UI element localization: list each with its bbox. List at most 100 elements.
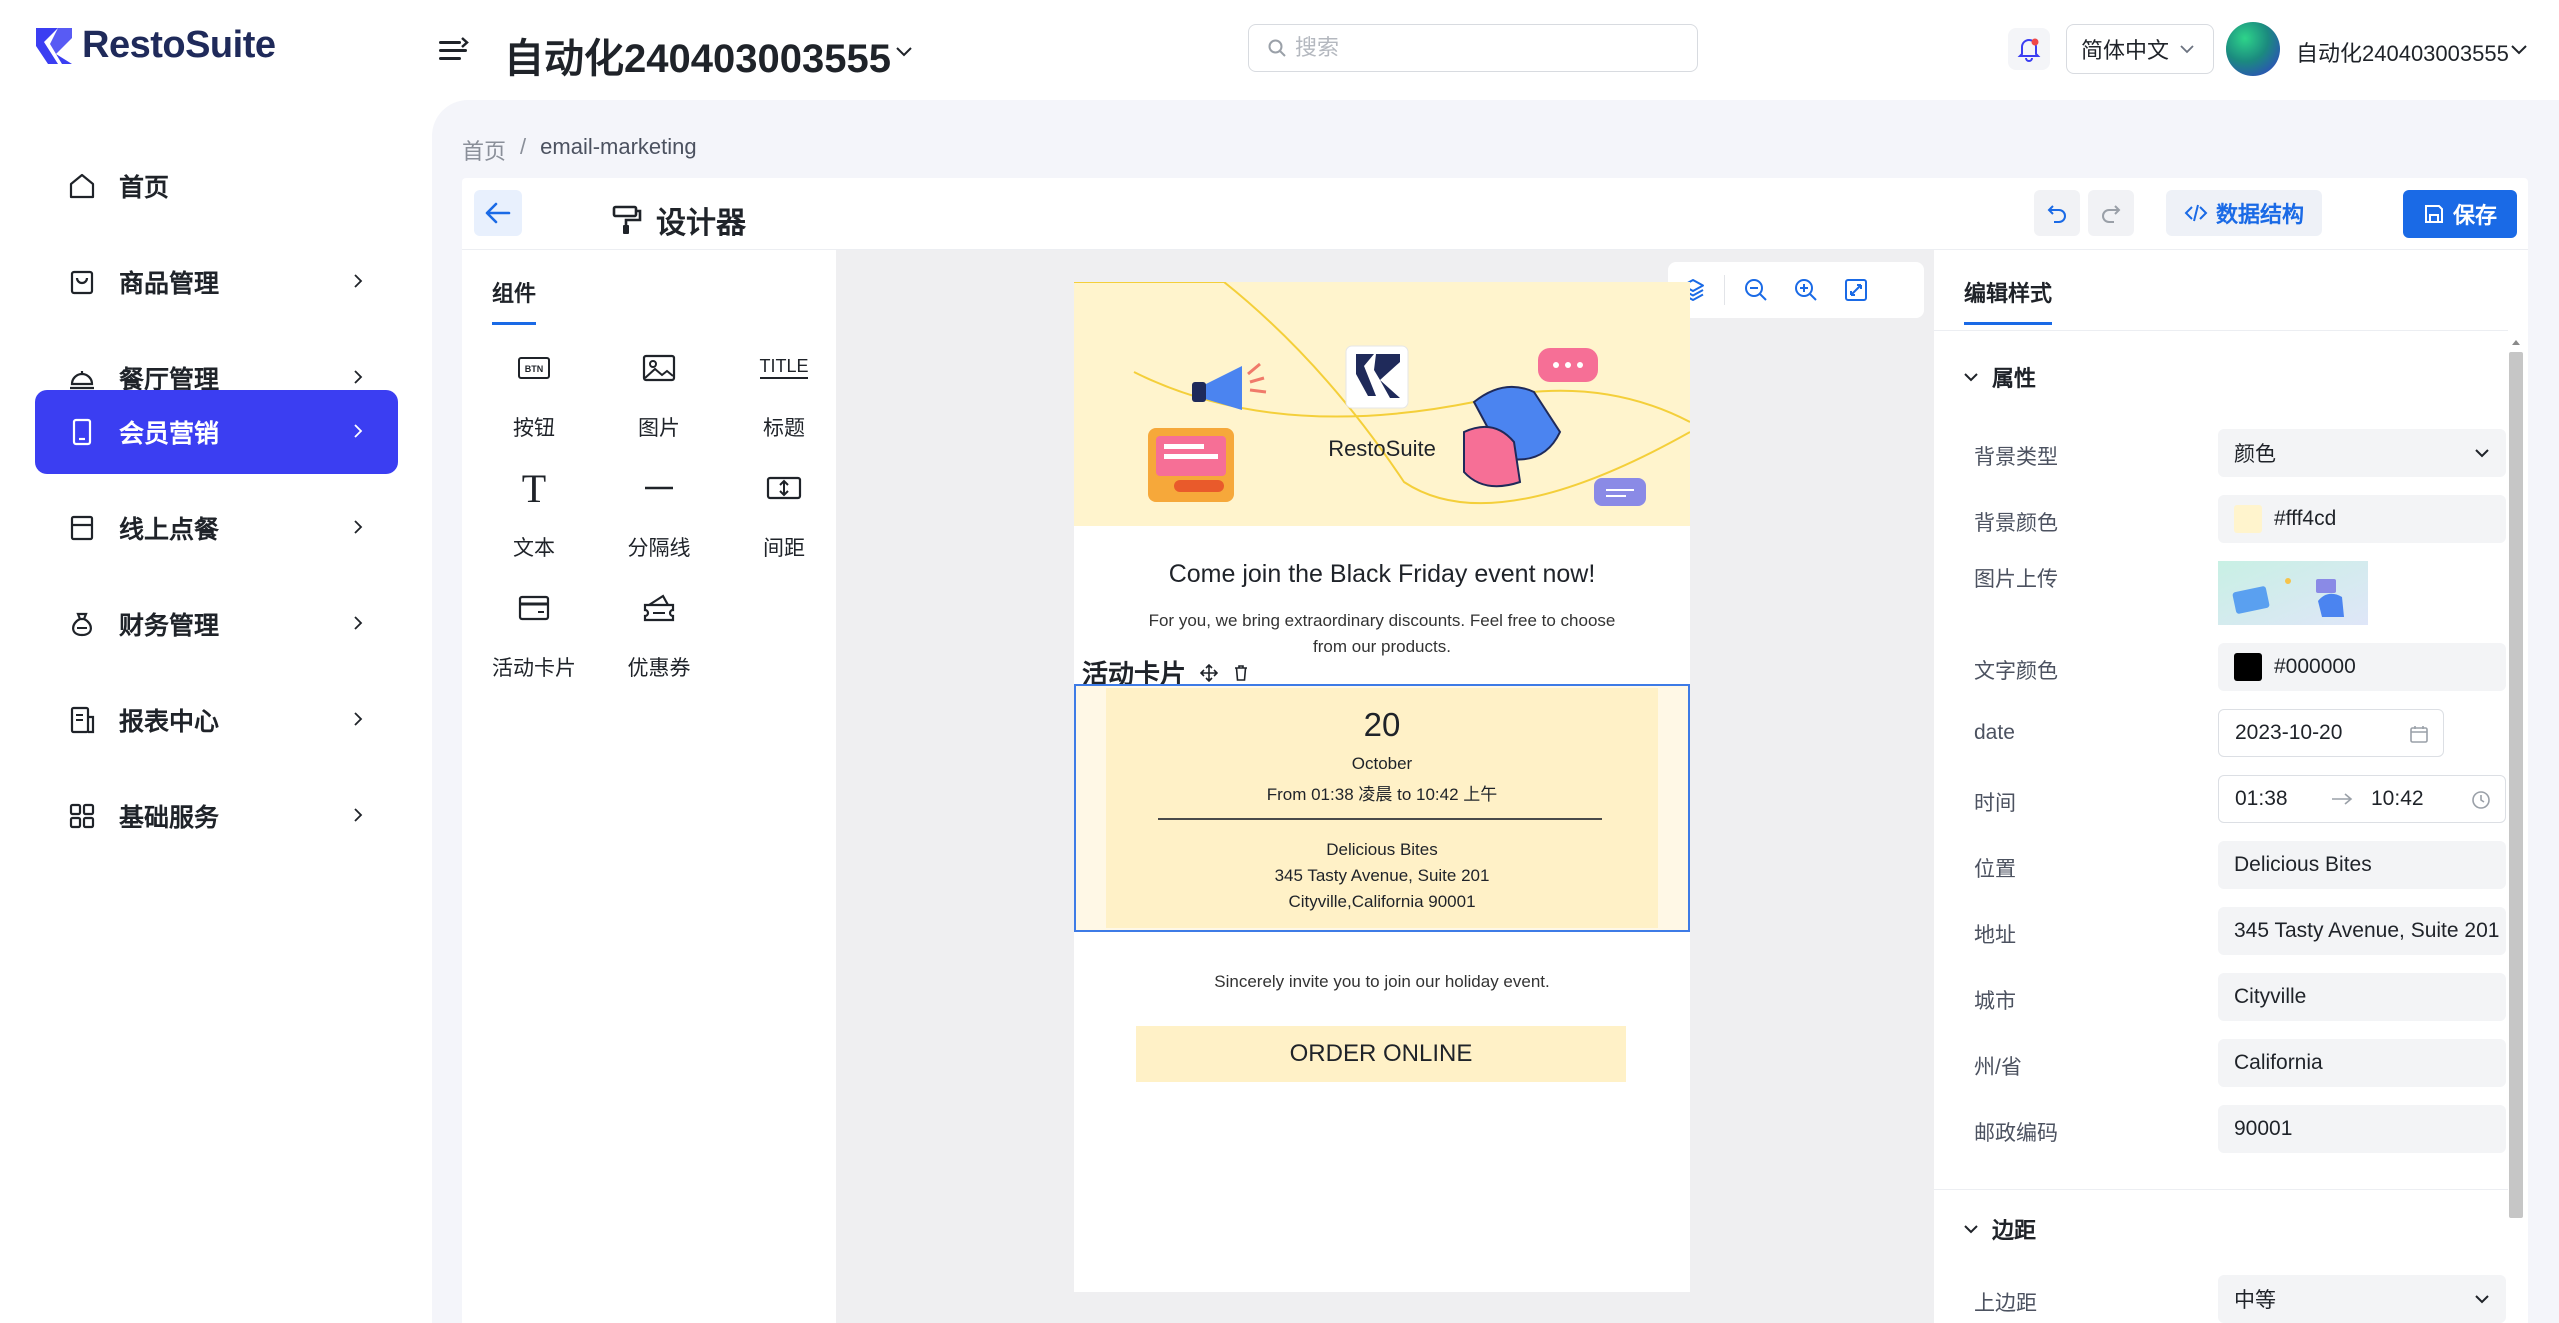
language-value: 简体中文 xyxy=(2081,38,2170,63)
search-input[interactable] xyxy=(1295,35,1675,61)
spacing-icon xyxy=(766,458,802,518)
button-icon: BTN xyxy=(518,338,550,398)
email-intro-text[interactable]: For you, we bring extraordinary discount… xyxy=(1138,608,1626,660)
save-button[interactable]: 保存 xyxy=(2403,190,2517,238)
sidebar-item-basic-services[interactable]: 基础服务 xyxy=(35,774,398,858)
order-online-button[interactable]: ORDER ONLINE xyxy=(1136,1026,1626,1082)
design-canvas[interactable]: RestoSuite Come join the Black Friday ev… xyxy=(836,250,1934,1323)
avatar[interactable] xyxy=(2226,22,2280,76)
toolbar-divider xyxy=(1724,275,1725,305)
text-color-picker[interactable]: #000000 xyxy=(2218,643,2506,691)
sidebar-item-home[interactable]: 首页 xyxy=(35,144,398,228)
date-picker[interactable]: 2023-10-20 xyxy=(2218,709,2444,757)
back-button[interactable] xyxy=(474,190,522,236)
chevron-down-icon[interactable] xyxy=(893,40,915,62)
drag-move-icon[interactable] xyxy=(1200,663,1219,682)
menu-toggle-icon[interactable] xyxy=(436,34,470,68)
section-attributes-header[interactable]: 属性 xyxy=(1962,361,2036,393)
zoom-out-button[interactable] xyxy=(1731,262,1781,318)
chevron-right-icon xyxy=(354,274,363,288)
coupon-icon xyxy=(641,578,677,638)
sidebar-item-member-marketing[interactable]: 会员营销 xyxy=(35,390,398,474)
hero-banner[interactable]: RestoSuite xyxy=(1074,282,1690,526)
email-invite-text[interactable]: Sincerely invite you to join our holiday… xyxy=(1074,972,1690,992)
address-input[interactable]: 345 Tasty Avenue, Suite 201 xyxy=(2218,907,2506,955)
field-top-padding: 上边距 中等 xyxy=(1974,1275,2508,1323)
section-padding-header[interactable]: 边距 xyxy=(1962,1213,2036,1245)
search-box[interactable] xyxy=(1248,24,1698,72)
component-event-card[interactable]: 活动卡片 xyxy=(474,578,594,688)
location-input[interactable]: Delicious Bites xyxy=(2218,841,2506,889)
sidebar-item-products[interactable]: 商品管理 xyxy=(35,240,398,324)
event-time: From 01:38 凌晨 to 10:42 上午 xyxy=(1266,785,1498,804)
save-label: 保存 xyxy=(2452,203,2497,228)
component-spacing[interactable]: 间距 xyxy=(724,458,844,568)
components-panel: 组件 BTN 按钮 图片 TITLE 标题 T 文本 分隔线 间距 活动卡片 优… xyxy=(462,250,836,1323)
sidebar-item-reports[interactable]: 报表中心 xyxy=(35,678,398,762)
zoom-out-icon xyxy=(1745,279,1767,301)
fit-screen-button[interactable] xyxy=(1831,262,1881,318)
scrollbar-up-arrow[interactable] xyxy=(2508,334,2524,350)
divider-icon xyxy=(642,458,676,518)
color-swatch xyxy=(2234,653,2262,681)
component-image[interactable]: 图片 xyxy=(599,338,719,448)
paint-roller-icon xyxy=(612,205,642,234)
notification-button[interactable] xyxy=(2008,28,2050,70)
breadcrumb-home[interactable]: 首页 xyxy=(462,134,506,166)
event-card-body: 20 October From 01:38 凌晨 to 10:42 上午 Del… xyxy=(1106,688,1658,928)
time-start: 01:38 xyxy=(2235,787,2288,810)
chevron-down-icon xyxy=(1964,1225,1978,1234)
tab-components[interactable]: 组件 xyxy=(492,276,537,325)
event-address: 345 Tasty Avenue, Suite 201 xyxy=(1274,866,1490,885)
event-divider xyxy=(1158,818,1602,820)
main-content: 首页 / email-marketing 设计器 数据结构 保存 组件 BTN … xyxy=(432,100,2559,1323)
sidebar-item-label: 会员营销 xyxy=(119,420,220,448)
delete-icon[interactable] xyxy=(1232,664,1250,682)
component-divider[interactable]: 分隔线 xyxy=(599,458,719,568)
breadcrumb-current: email-marketing xyxy=(540,134,697,159)
sidebar-item-label: 财务管理 xyxy=(119,612,220,640)
language-select[interactable]: 简体中文 xyxy=(2066,24,2214,74)
city-input[interactable]: Cityville xyxy=(2218,973,2506,1021)
chevron-right-icon xyxy=(354,424,363,438)
sidebar-item-label: 基础服务 xyxy=(119,804,220,832)
high-five-illustration xyxy=(1463,348,1646,506)
state-input[interactable]: California xyxy=(2218,1039,2506,1087)
event-card-block[interactable]: 20 October From 01:38 凌晨 to 10:42 上午 Del… xyxy=(1074,684,1690,932)
scrollbar-thumb[interactable] xyxy=(2509,352,2523,1218)
properties-scroll-area: 属性 背景类型 颜色 背景颜色 #fff4cd 图片上传 文字颜色 #00000… xyxy=(1934,330,2508,1323)
clock-icon xyxy=(2472,791,2490,809)
redo-button[interactable] xyxy=(2088,190,2134,236)
text-icon: T xyxy=(517,458,551,518)
store-name[interactable]: 自动化240403003555 xyxy=(504,26,891,84)
grid-apps-icon xyxy=(67,801,97,831)
time-range-picker[interactable]: 01:38 10:42 xyxy=(2218,775,2506,823)
undo-button[interactable] xyxy=(2034,190,2080,236)
designer-title-text: 设计器 xyxy=(656,207,746,240)
designer-header: 设计器 数据结构 保存 xyxy=(462,178,2528,250)
uploaded-image-thumbnail[interactable] xyxy=(2218,561,2368,625)
user-name[interactable]: 自动化240403003555 xyxy=(2296,36,2509,68)
top-padding-select[interactable]: 中等 xyxy=(2218,1275,2506,1323)
component-title[interactable]: TITLE 标题 xyxy=(724,338,844,448)
data-structure-button[interactable]: 数据结构 xyxy=(2166,190,2322,236)
email-heading[interactable]: Come join the Black Friday event now! xyxy=(1074,560,1690,589)
component-coupon[interactable]: 优惠券 xyxy=(599,578,719,688)
chevron-down-icon xyxy=(1964,373,1978,382)
tab-edit-style[interactable]: 编辑样式 xyxy=(1964,276,2053,325)
component-text[interactable]: T 文本 xyxy=(474,458,594,568)
background-color-picker[interactable]: #fff4cd xyxy=(2218,495,2506,543)
postcode-input[interactable]: 90001 xyxy=(2218,1105,2506,1153)
event-city-line: Cityville,California 90001 xyxy=(1288,892,1476,911)
sidebar-item-finance[interactable]: 财务管理 xyxy=(35,582,398,666)
save-icon xyxy=(2424,205,2443,223)
event-card-icon xyxy=(518,578,550,638)
component-button[interactable]: BTN 按钮 xyxy=(474,338,594,448)
zoom-in-button[interactable] xyxy=(1781,262,1831,318)
background-type-select[interactable]: 颜色 xyxy=(2218,429,2506,477)
chevron-down-icon xyxy=(2475,1295,2489,1304)
undo-icon xyxy=(2047,205,2066,223)
brand-logo[interactable]: RestoSuite xyxy=(34,24,276,67)
sidebar-item-online-ordering[interactable]: 线上点餐 xyxy=(35,486,398,570)
chevron-down-icon[interactable] xyxy=(2508,38,2530,60)
